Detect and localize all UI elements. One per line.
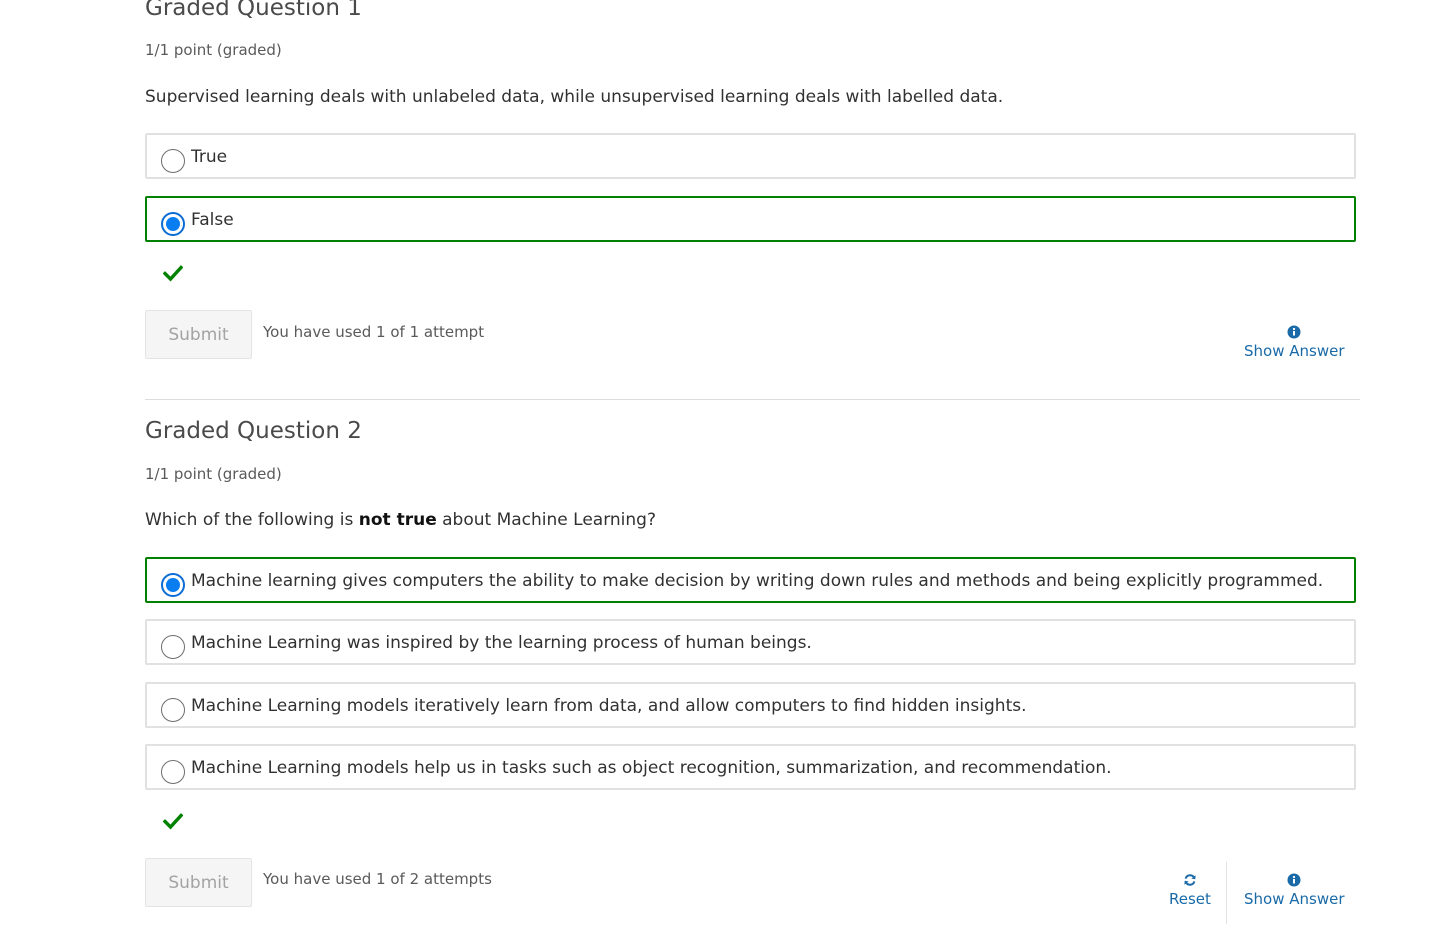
radio-3[interactable] [161, 698, 185, 722]
radio-true[interactable] [161, 149, 185, 173]
choice-4[interactable]: Machine Learning models help us in tasks… [145, 744, 1356, 790]
submit-button[interactable]: Submit [145, 310, 252, 359]
question-1: Graded Question 1 1/1 point (graded) Sup… [145, 0, 1360, 399]
refresh-icon [1184, 874, 1196, 886]
choice-label: Machine learning gives computers the abi… [191, 571, 1324, 591]
checkmark-icon [163, 813, 183, 830]
question-1-points: 1/1 point (graded) [145, 41, 282, 59]
submit-button[interactable]: Submit [145, 858, 252, 907]
show-answer-button[interactable]: Show Answer [1244, 325, 1345, 360]
prompt-text: Which of the following is [145, 510, 359, 530]
show-answer-label: Show Answer [1244, 342, 1345, 360]
choice-2[interactable]: Machine Learning was inspired by the lea… [145, 619, 1356, 665]
choice-false[interactable]: False [145, 196, 1356, 242]
prompt-emphasis: not true [358, 510, 437, 530]
question-1-prompt: Supervised learning deals with unlabeled… [145, 87, 1004, 107]
reset-button[interactable]: Reset [1169, 873, 1211, 908]
choice-label: Machine Learning was inspired by the lea… [191, 633, 812, 653]
checkmark-icon [163, 265, 183, 282]
info-circle-icon [1287, 325, 1301, 339]
show-answer-button[interactable]: Show Answer [1244, 873, 1345, 908]
choice-3[interactable]: Machine Learning models iteratively lear… [145, 682, 1356, 728]
prompt-text: about Machine Learning? [436, 510, 656, 530]
info-circle-icon [1287, 873, 1301, 887]
question-2-title: Graded Question 2 [145, 418, 362, 444]
question-2: Graded Question 2 1/1 point (graded) Whi… [145, 400, 1360, 929]
action-separator [1226, 862, 1227, 924]
choice-label: Machine Learning models help us in tasks… [191, 758, 1112, 778]
reset-label: Reset [1169, 890, 1211, 908]
question-2-points: 1/1 point (graded) [145, 465, 282, 483]
choice-label: Machine Learning models iteratively lear… [191, 696, 1027, 716]
attempts-text: You have used 1 of 2 attempts [263, 870, 492, 888]
show-answer-label: Show Answer [1244, 890, 1345, 908]
choice-label: False [191, 210, 234, 230]
question-1-title: Graded Question 1 [145, 0, 362, 21]
choice-label: True [191, 147, 228, 167]
radio-false[interactable] [161, 212, 185, 236]
attempts-text: You have used 1 of 1 attempt [263, 323, 485, 341]
radio-2[interactable] [161, 635, 185, 659]
radio-1[interactable] [161, 573, 185, 597]
choice-1[interactable]: Machine learning gives computers the abi… [145, 557, 1356, 603]
radio-4[interactable] [161, 760, 185, 784]
question-2-prompt: Which of the following is not true about… [145, 510, 656, 530]
choice-true[interactable]: True [145, 133, 1356, 179]
